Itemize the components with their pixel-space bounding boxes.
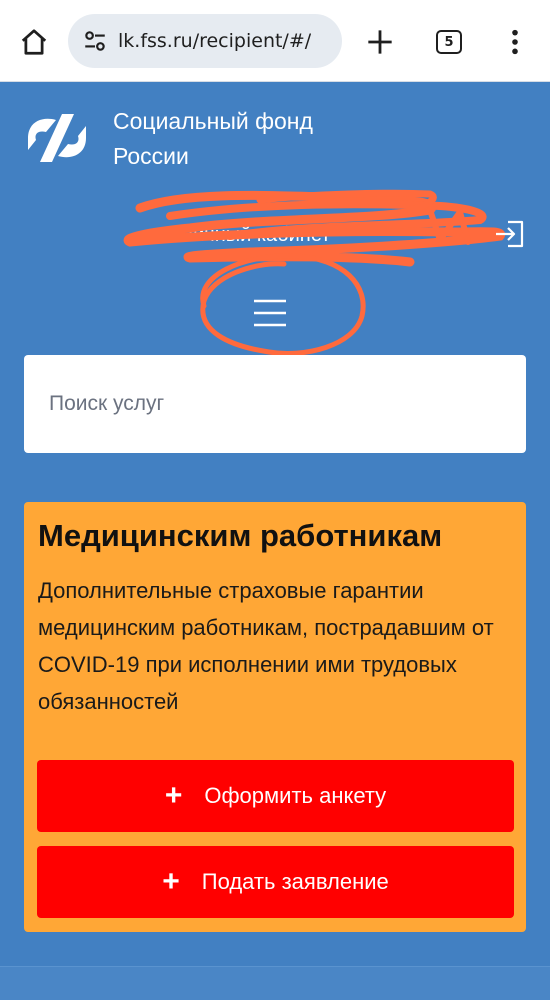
submit-application-button[interactable]: + Подать заявление <box>37 846 514 918</box>
org-name[interactable]: Социальный фонд России <box>113 104 373 174</box>
plus-icon: + <box>162 865 180 898</box>
home-icon <box>21 29 47 55</box>
address-bar[interactable]: lk.fss.ru/recipient/#/ <box>68 14 342 68</box>
browser-toolbar: lk.fss.ru/recipient/#/ 5 <box>0 0 550 82</box>
plus-icon: + <box>164 779 183 812</box>
card-title: Медицинским работникам <box>38 518 443 553</box>
submit-application-label: Подать заявление <box>201 869 389 894</box>
next-section-edge <box>0 966 550 1000</box>
hamburger-menu-icon[interactable] <box>250 296 290 332</box>
more-vert-icon <box>512 29 518 55</box>
fill-questionnaire-label: Оформить анкету <box>204 783 387 808</box>
card-description: Дополнительные страховые гарантии медици… <box>38 578 494 714</box>
login-icon[interactable] <box>494 218 526 250</box>
fill-questionnaire-button[interactable]: + Оформить анкету <box>37 760 514 832</box>
new-tab-button[interactable] <box>360 22 400 62</box>
url-text: lk.fss.ru/recipient/#/ <box>118 30 312 52</box>
sfr-logo-icon[interactable] <box>22 110 92 166</box>
tab-count: 5 <box>436 30 462 54</box>
service-search-input[interactable] <box>24 355 526 453</box>
medical-workers-card: Медицинским работникам Дополнительные ст… <box>24 502 526 932</box>
browser-menu-button[interactable] <box>500 22 530 62</box>
home-button[interactable] <box>14 22 54 62</box>
tab-switcher-button[interactable]: 5 <box>430 24 468 60</box>
site-settings-icon[interactable] <box>82 28 108 54</box>
plus-icon <box>368 30 392 54</box>
